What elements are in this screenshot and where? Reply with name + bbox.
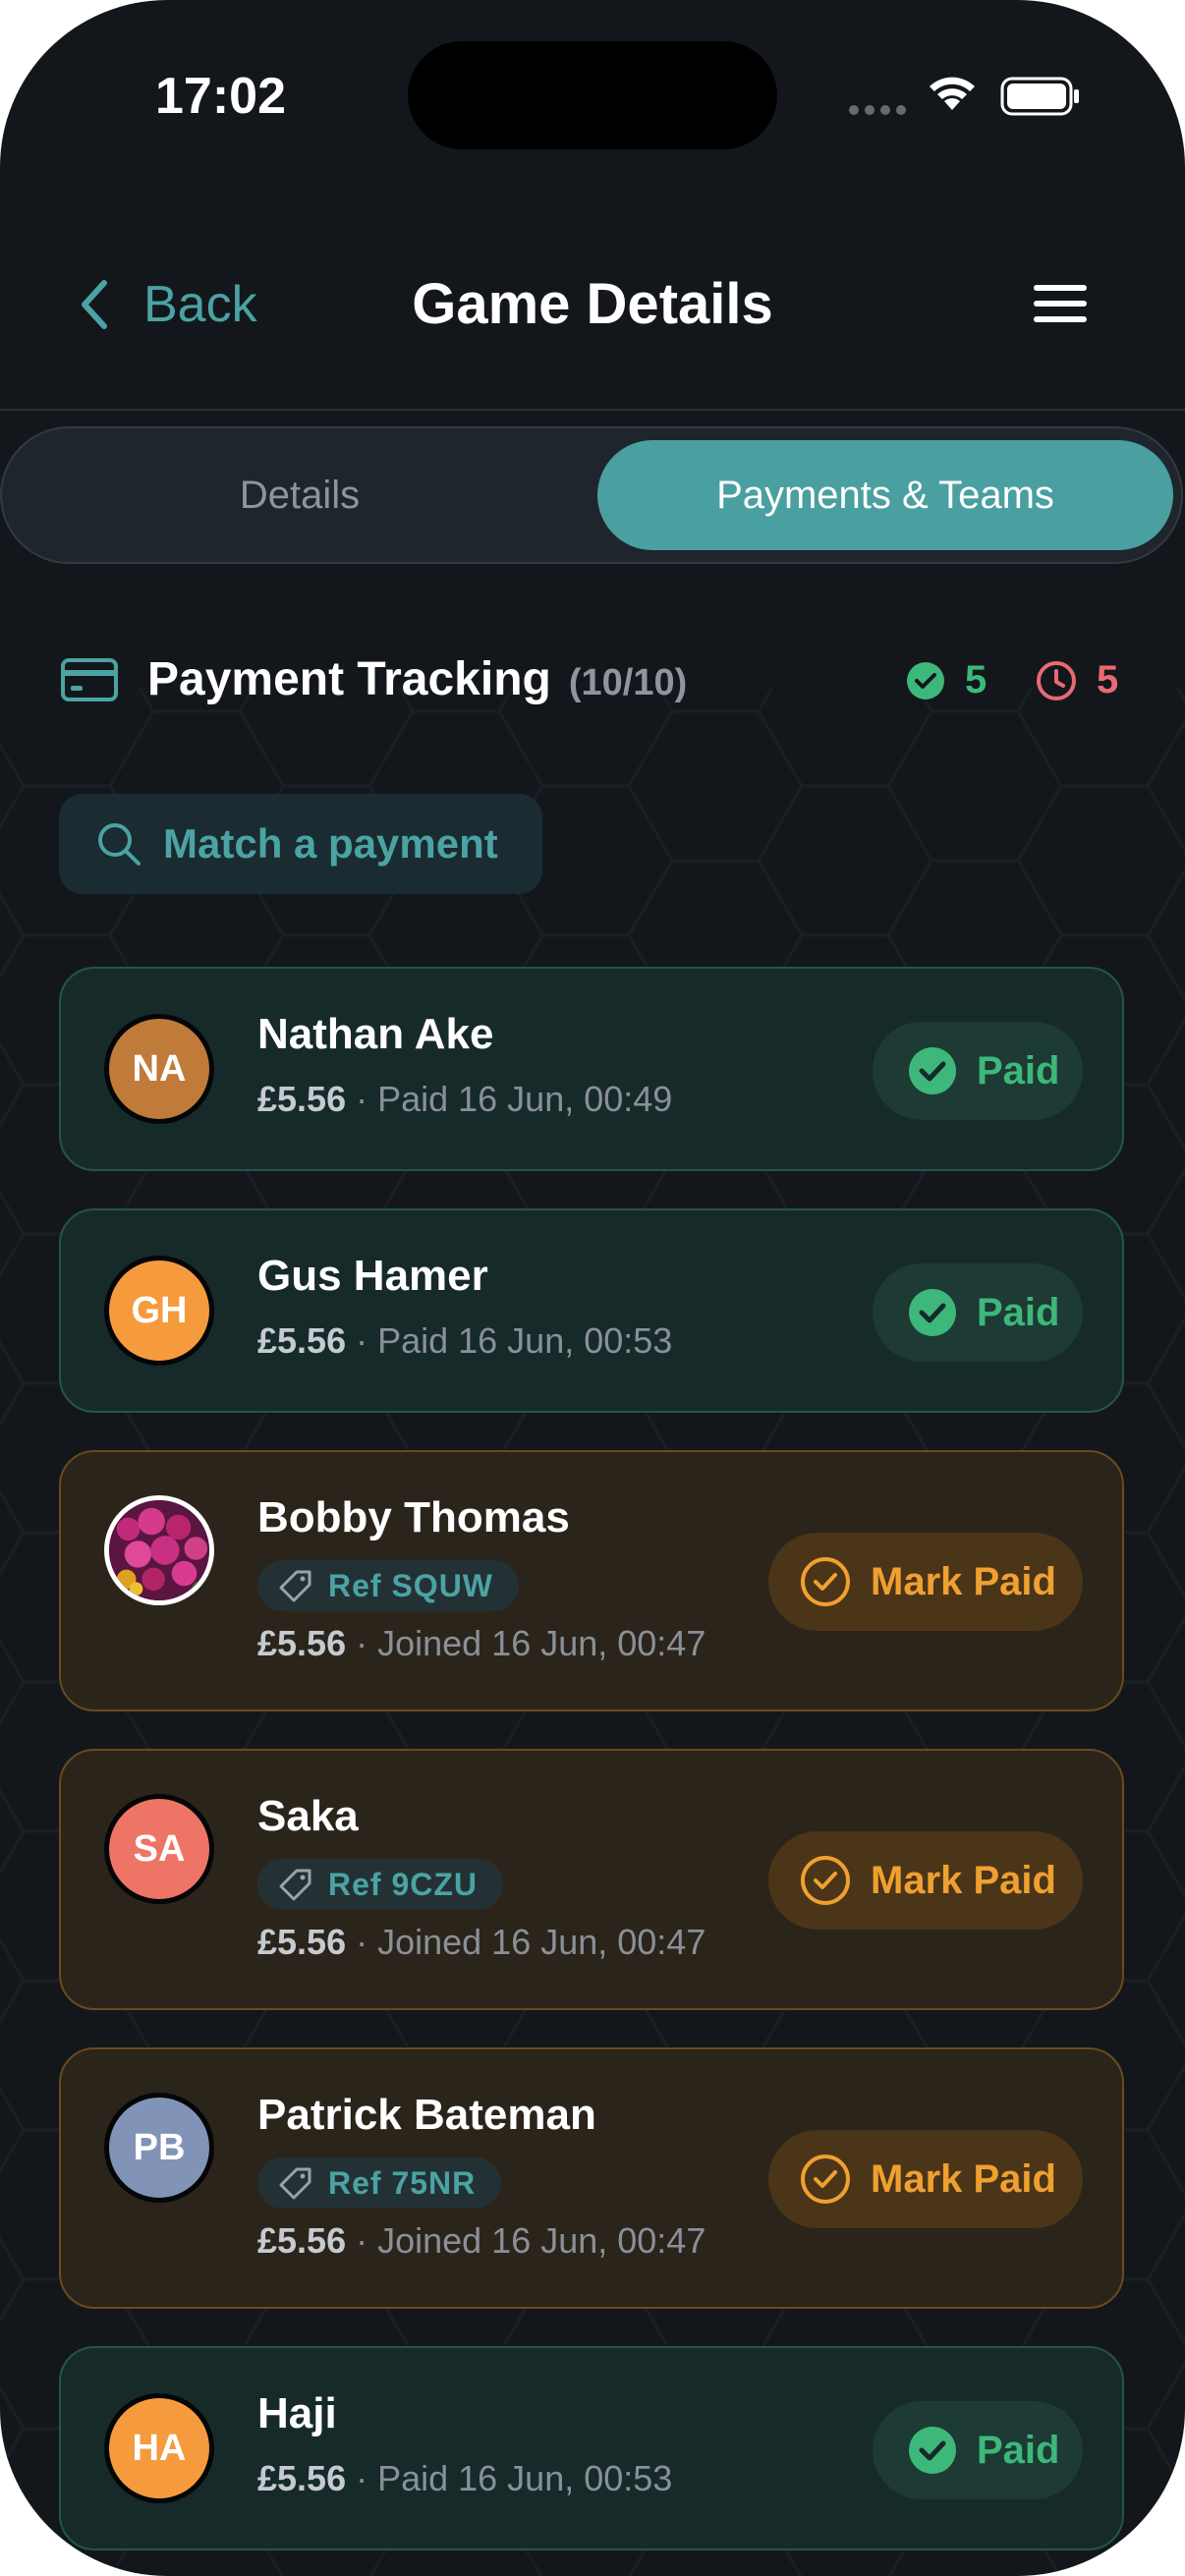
- cellular-signal-icon: [849, 102, 912, 120]
- player-amount: £5.56: [257, 2458, 347, 2498]
- tab-payments-teams[interactable]: Payments & Teams: [597, 440, 1173, 550]
- paid-count: 5: [906, 658, 987, 702]
- player-card-gus-hamer[interactable]: GH Gus Hamer £5.56 · Paid 16 Jun, 00:53 …: [59, 1208, 1124, 1413]
- reference-code: Ref 75NR: [328, 2164, 477, 2201]
- credit-card-icon: [61, 658, 118, 701]
- player-payment-info: £5.56 · Joined 16 Jun, 00:47: [257, 1623, 705, 1664]
- paid-status-button[interactable]: Paid: [873, 2401, 1083, 2499]
- avatar-photo: [104, 1495, 214, 1605]
- mark-paid-label: Mark Paid: [871, 1559, 1056, 1603]
- tag-icon: [279, 1570, 311, 1602]
- player-name: Patrick Bateman: [257, 2091, 596, 2139]
- check-circle-outline-icon: [801, 1856, 850, 1905]
- back-button[interactable]: Back: [75, 265, 257, 344]
- mark-paid-button[interactable]: Mark Paid: [768, 1831, 1083, 1930]
- avatar: NA: [104, 1014, 214, 1124]
- pending-count: 5: [1036, 658, 1118, 702]
- reference-badge: Ref SQUW: [257, 1560, 519, 1611]
- avatar-initials: HA: [132, 2427, 187, 2469]
- player-payment-info: £5.56 · Joined 16 Jun, 00:47: [257, 2220, 705, 2262]
- payment-tracking-title: Payment Tracking (10/10): [147, 652, 687, 706]
- player-detail: · Joined 16 Jun, 00:47: [346, 1922, 706, 1962]
- hamburger-menu-icon[interactable]: [1032, 275, 1089, 332]
- battery-icon: [1000, 77, 1079, 116]
- payment-tracking-header: Payment Tracking (10/10) 5 5: [61, 639, 1128, 721]
- player-amount: £5.56: [257, 2220, 347, 2261]
- paid-status-button[interactable]: Paid: [873, 1263, 1083, 1362]
- avatar: PB: [104, 2093, 214, 2203]
- player-detail: · Paid 16 Jun, 00:53: [346, 1320, 673, 1361]
- match-payment-button[interactable]: Match a payment: [59, 794, 542, 894]
- tab-segmented-control: Details Payments & Teams: [0, 426, 1183, 564]
- match-payment-label: Match a payment: [163, 820, 498, 867]
- search-icon: [98, 823, 141, 866]
- wifi-icon: [930, 77, 975, 110]
- paid-status-label: Paid: [977, 1290, 1060, 1334]
- player-name: Haji: [257, 2389, 337, 2437]
- player-amount: £5.56: [257, 1320, 347, 1361]
- player-detail: · Paid 16 Jun, 00:49: [346, 1079, 673, 1119]
- flowers-photo-icon: [109, 1500, 209, 1600]
- status-time: 17:02: [155, 68, 286, 125]
- paid-status-label: Paid: [977, 1048, 1060, 1092]
- player-amount: £5.56: [257, 1623, 347, 1663]
- player-card-bobby-thomas[interactable]: Bobby Thomas Ref SQUW £5.56 · Joined 16 …: [59, 1450, 1124, 1711]
- check-circle-icon: [909, 1289, 956, 1336]
- player-detail: · Paid 16 Jun, 00:53: [346, 2458, 673, 2498]
- check-circle-outline-icon: [801, 1557, 850, 1606]
- mark-paid-button[interactable]: Mark Paid: [768, 2130, 1083, 2228]
- paid-count-value: 5: [965, 658, 988, 701]
- player-card-nathan-ake[interactable]: NA Nathan Ake £5.56 · Paid 16 Jun, 00:49…: [59, 967, 1124, 1171]
- check-circle-icon: [909, 2427, 956, 2474]
- pending-count-value: 5: [1097, 658, 1119, 701]
- avatar: HA: [104, 2393, 214, 2503]
- clock-icon: [1037, 660, 1076, 700]
- reference-badge: Ref 75NR: [257, 2157, 502, 2209]
- reference-code: Ref SQUW: [328, 1567, 493, 1603]
- payment-tracking-label: Payment Tracking: [147, 653, 551, 705]
- mark-paid-label: Mark Paid: [871, 2156, 1056, 2201]
- player-card-saka[interactable]: SA Saka Ref 9CZU £5.56 · Joined 16 Jun, …: [59, 1749, 1124, 2010]
- avatar-initials: NA: [132, 1047, 187, 1090]
- dynamic-island: [408, 41, 777, 149]
- player-name: Saka: [257, 1792, 359, 1840]
- avatar-initials: SA: [133, 1827, 186, 1870]
- player-card-patrick-bateman[interactable]: PB Patrick Bateman Ref 75NR £5.56 · Join…: [59, 2047, 1124, 2309]
- player-card-haji[interactable]: HA Haji £5.56 · Paid 16 Jun, 00:53 Paid: [59, 2346, 1124, 2550]
- check-circle-icon: [909, 1047, 956, 1094]
- avatar: GH: [104, 1256, 214, 1366]
- player-payment-info: £5.56 · Paid 16 Jun, 00:53: [257, 2458, 672, 2499]
- player-detail: · Joined 16 Jun, 00:47: [346, 1623, 706, 1663]
- tab-details[interactable]: Details: [16, 440, 584, 550]
- page-title: Game Details: [412, 272, 773, 336]
- check-circle-outline-icon: [801, 2155, 850, 2204]
- paid-status-button[interactable]: Paid: [873, 1022, 1083, 1120]
- tag-icon: [279, 2167, 311, 2200]
- navigation-header: Back Game Details: [0, 236, 1185, 411]
- player-name: Nathan Ake: [257, 1010, 494, 1058]
- paid-status-label: Paid: [977, 2428, 1060, 2472]
- player-amount: £5.56: [257, 1922, 347, 1962]
- player-payment-info: £5.56 · Paid 16 Jun, 00:49: [257, 1079, 672, 1120]
- mark-paid-label: Mark Paid: [871, 1858, 1056, 1902]
- chevron-left-icon: [82, 280, 107, 329]
- reference-badge: Ref 9CZU: [257, 1859, 504, 1910]
- phone-screen: 17:02 Back Game Details Details Payments…: [0, 0, 1185, 2576]
- player-detail: · Joined 16 Jun, 00:47: [346, 2220, 706, 2261]
- player-name: Gus Hamer: [257, 1252, 488, 1300]
- player-payment-info: £5.56 · Paid 16 Jun, 00:53: [257, 1320, 672, 1362]
- back-label: Back: [143, 276, 257, 333]
- player-amount: £5.56: [257, 1079, 347, 1119]
- player-payment-info: £5.56 · Joined 16 Jun, 00:47: [257, 1922, 705, 1963]
- check-circle-icon: [907, 661, 944, 700]
- reference-code: Ref 9CZU: [328, 1866, 479, 1902]
- status-bar: 17:02: [0, 0, 1185, 187]
- avatar-initials: GH: [131, 1289, 188, 1331]
- avatar-initials: PB: [133, 2126, 186, 2168]
- player-name: Bobby Thomas: [257, 1493, 570, 1541]
- tag-icon: [279, 1869, 311, 1901]
- payment-tracking-count: (10/10): [568, 662, 688, 703]
- avatar: SA: [104, 1794, 214, 1904]
- mark-paid-button[interactable]: Mark Paid: [768, 1533, 1083, 1631]
